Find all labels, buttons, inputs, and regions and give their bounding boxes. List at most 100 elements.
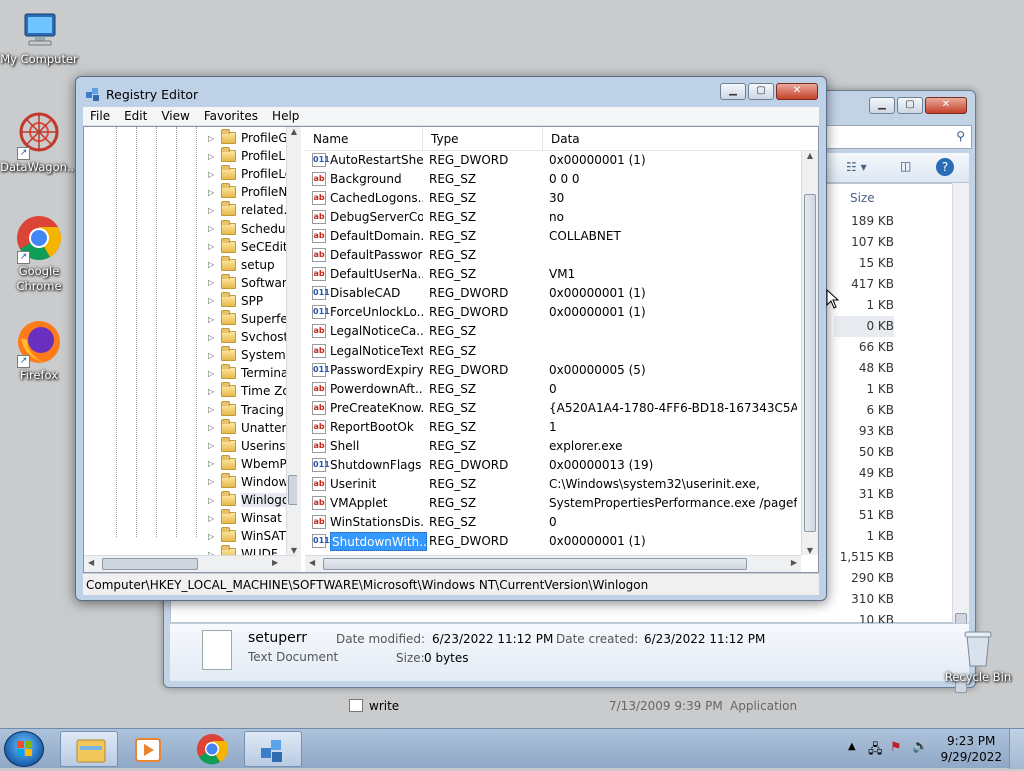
value-row[interactable]: 011 ForceUnlockLo... REG_DWORD 0x00000001 (… bbox=[305, 303, 777, 322]
expand-arrow-icon[interactable]: ▷ bbox=[208, 206, 217, 215]
explorer-scrollbar[interactable] bbox=[952, 183, 969, 693]
action-center-icon[interactable]: ⚑ bbox=[890, 740, 902, 755]
menu-help[interactable]: Help bbox=[265, 107, 306, 125]
scroll-right-icon[interactable]: ▶ bbox=[272, 558, 278, 567]
title-bar[interactable]: Registry Editor ▁ ▢ ✕ bbox=[76, 77, 826, 107]
tree-item[interactable]: ▷ SPP bbox=[208, 291, 263, 310]
expand-arrow-icon[interactable]: ▷ bbox=[208, 532, 217, 541]
minimize-button[interactable]: ▁ bbox=[869, 97, 895, 114]
expand-arrow-icon[interactable]: ▷ bbox=[208, 387, 217, 396]
show-hidden-icons-icon[interactable]: ▲ bbox=[848, 741, 856, 752]
expand-arrow-icon[interactable]: ▷ bbox=[208, 152, 217, 161]
preview-pane-icon[interactable]: ◫ bbox=[900, 159, 911, 173]
value-row[interactable]: 011PasswordExpiry... REG_DWORD 0x00000005 … bbox=[305, 361, 777, 380]
value-row[interactable]: ab LegalNoticeCa... REG_SZ bbox=[305, 322, 777, 341]
tree-item[interactable]: ▷ related.c bbox=[208, 201, 294, 219]
tree-item[interactable]: ▷ Schedule bbox=[208, 219, 296, 238]
scroll-down-icon[interactable]: ▼ bbox=[802, 546, 818, 555]
scroll-up-icon[interactable]: ▲ bbox=[287, 127, 297, 136]
tree-item[interactable]: ▷ Software bbox=[208, 273, 294, 292]
show-desktop-button[interactable] bbox=[1009, 729, 1024, 769]
tree-vertical-scrollbar[interactable]: ▲ ▼ bbox=[286, 127, 297, 555]
expand-arrow-icon[interactable]: ▷ bbox=[208, 333, 217, 342]
tree-item[interactable]: ▷ WinSAT bbox=[208, 527, 286, 545]
maximize-button[interactable]: ▢ bbox=[748, 83, 774, 100]
volume-icon[interactable]: 🔊 bbox=[912, 739, 928, 754]
taskbar-registry-editor[interactable] bbox=[244, 731, 302, 767]
taskbar-explorer[interactable] bbox=[60, 731, 118, 767]
value-row[interactable]: ab DefaultDomain... REG_SZ COLLABNET bbox=[305, 227, 777, 246]
tree-item[interactable]: ▷ SeCEdit bbox=[208, 237, 288, 256]
close-button[interactable]: ✕ bbox=[776, 83, 818, 100]
value-row[interactable]: ab LegalNoticeText REG_SZ bbox=[305, 342, 777, 361]
value-row[interactable]: ab Userinit REG_SZ C:\Windows\system32\user… bbox=[305, 475, 777, 494]
scroll-thumb[interactable] bbox=[804, 194, 816, 532]
tree-item[interactable]: ▷ ProfileG bbox=[208, 129, 288, 147]
tree-horizontal-scrollbar[interactable]: ◀ ▶ bbox=[84, 555, 297, 572]
tree-item[interactable]: ▷ Unatten bbox=[208, 418, 289, 437]
expand-arrow-icon[interactable]: ▷ bbox=[208, 459, 217, 468]
scroll-left-icon[interactable]: ◀ bbox=[309, 558, 315, 567]
size-column-header[interactable]: Size bbox=[834, 191, 894, 211]
scroll-left-icon[interactable]: ◀ bbox=[88, 558, 94, 567]
network-icon[interactable]: 🖧 bbox=[868, 740, 883, 762]
menu-file[interactable]: File bbox=[83, 107, 117, 125]
scroll-thumb[interactable] bbox=[323, 558, 747, 570]
value-row[interactable]: ab ReportBootOk REG_SZ 1 bbox=[305, 418, 777, 437]
tree-item[interactable]: ▷ SystemR bbox=[208, 346, 294, 364]
expand-arrow-icon[interactable]: ▷ bbox=[208, 369, 217, 378]
tree-item[interactable]: ▷ Winsat bbox=[208, 509, 282, 527]
registry-editor-window[interactable]: Registry Editor ▁ ▢ ✕ File Edit View Fav… bbox=[75, 76, 827, 601]
desktop-icon-my-computer[interactable]: My Computer bbox=[0, 10, 78, 67]
taskbar-chrome[interactable] bbox=[182, 731, 240, 767]
list-horizontal-scrollbar[interactable]: ◀ ▶ bbox=[305, 555, 801, 572]
tree-item[interactable]: ▷ Superfet bbox=[208, 310, 292, 328]
expand-arrow-icon[interactable]: ▷ bbox=[208, 188, 217, 197]
tree-item[interactable]: ▷ Window bbox=[208, 472, 288, 491]
expand-arrow-icon[interactable]: ▷ bbox=[208, 170, 217, 179]
expand-arrow-icon[interactable]: ▷ bbox=[208, 423, 217, 432]
value-row[interactable]: ab WinStationsDis... REG_SZ 0 bbox=[305, 513, 777, 532]
desktop-icon-firefox[interactable]: ↗ Firefox bbox=[0, 318, 78, 383]
menu-edit[interactable]: Edit bbox=[117, 107, 154, 125]
scroll-right-icon[interactable]: ▶ bbox=[791, 558, 797, 567]
expand-arrow-icon[interactable]: ▷ bbox=[208, 278, 217, 287]
tree-item[interactable]: ▷ Time Zo bbox=[208, 382, 290, 400]
tree-item[interactable]: ▷ WbemP bbox=[208, 454, 287, 473]
value-row[interactable]: ab VMApplet REG_SZ SystemPropertiesPerforma… bbox=[305, 494, 797, 513]
value-row[interactable]: 011 ShutdownWith... REG_DWORD 0x00000001 (1… bbox=[305, 532, 777, 551]
expand-arrow-icon[interactable]: ▷ bbox=[208, 441, 217, 450]
scroll-thumb[interactable] bbox=[102, 558, 198, 570]
values-list[interactable]: Name Type Data 011 AutoRestartShell REG_DW… bbox=[305, 127, 818, 572]
desktop-icon-recycle-bin[interactable]: Recycle Bin bbox=[942, 628, 1014, 685]
expand-arrow-icon[interactable]: ▷ bbox=[208, 296, 217, 305]
expand-arrow-icon[interactable]: ▷ bbox=[208, 514, 217, 523]
expand-arrow-icon[interactable]: ▷ bbox=[208, 242, 217, 251]
key-tree[interactable]: ▷ ProfileG ▷ ProfileLi ▷ ProfileLo ▷ ProfileN ▷ r… bbox=[84, 127, 301, 572]
expand-arrow-icon[interactable]: ▷ bbox=[208, 496, 217, 505]
desktop-icon-google-chrome[interactable]: ↗ Google Chrome bbox=[0, 214, 78, 294]
minimize-button[interactable]: ▁ bbox=[720, 83, 746, 100]
start-button[interactable] bbox=[4, 731, 44, 767]
value-row[interactable]: 011 DisableCAD REG_DWORD 0x00000001 (1) bbox=[305, 284, 777, 303]
close-button[interactable]: ✕ bbox=[925, 97, 967, 114]
tree-item[interactable]: ▷ setup bbox=[208, 255, 275, 274]
tree-item[interactable]: ▷ Tracing bbox=[208, 400, 284, 419]
file-row-write[interactable]: write 7/13/2009 9:39 PM Application bbox=[349, 696, 929, 716]
value-row[interactable]: ab PowerdownAft... REG_SZ 0 bbox=[305, 380, 777, 399]
scroll-up-icon[interactable]: ▲ bbox=[802, 151, 818, 160]
expand-arrow-icon[interactable]: ▷ bbox=[208, 477, 217, 486]
search-box[interactable]: ⚲ bbox=[824, 125, 972, 149]
expand-arrow-icon[interactable]: ▷ bbox=[208, 134, 217, 143]
column-header-type[interactable]: Type bbox=[423, 127, 543, 151]
expand-arrow-icon[interactable]: ▷ bbox=[208, 260, 217, 269]
value-row[interactable]: ab DefaultUserNa... REG_SZ VM1 bbox=[305, 265, 777, 284]
clock[interactable]: 9:23 PM 9/29/2022 bbox=[940, 733, 1002, 765]
value-row[interactable]: ab DefaultPassword REG_SZ bbox=[305, 246, 777, 265]
value-row[interactable]: ab Background REG_SZ 0 0 0 bbox=[305, 170, 777, 189]
value-row[interactable]: ab DebugServerCo... REG_SZ no bbox=[305, 208, 777, 227]
scroll-thumb[interactable] bbox=[288, 475, 297, 505]
value-row[interactable]: ab Shell REG_SZ explorer.exe bbox=[305, 437, 777, 456]
column-header-name[interactable]: Name bbox=[305, 127, 423, 151]
menu-view[interactable]: View bbox=[154, 107, 196, 125]
